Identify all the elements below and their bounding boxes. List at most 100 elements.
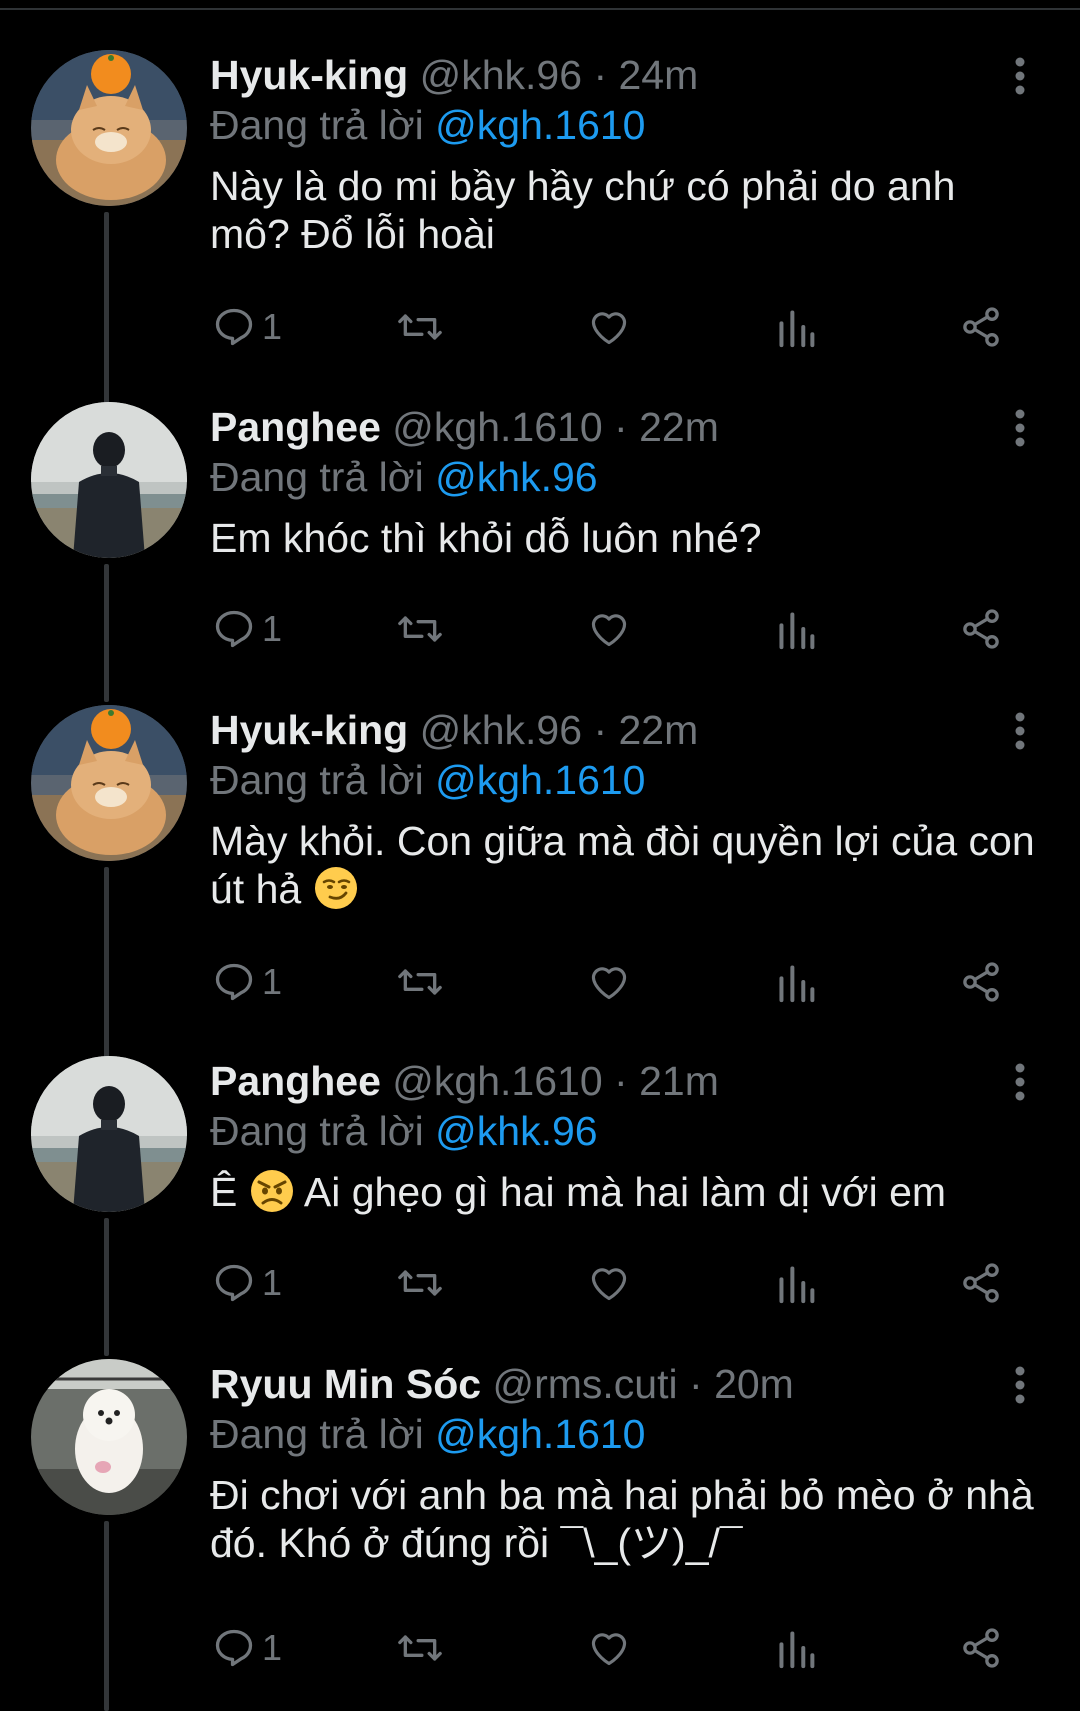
analytics-bars-icon (779, 1266, 815, 1304)
more-vertical-icon (1015, 1063, 1025, 1101)
retweet-button[interactable] (396, 1623, 444, 1673)
thread-connector-line (104, 1521, 109, 1711)
tweet-header: Hyuk-king @khk.96 · 22m (210, 705, 1040, 755)
like-button[interactable] (586, 1258, 632, 1308)
more-options-button[interactable] (1000, 1365, 1040, 1405)
retweet-button[interactable] (396, 957, 444, 1007)
reply-button[interactable]: 1 (212, 1623, 282, 1673)
cat-avatar-image (31, 705, 187, 861)
avatar[interactable] (31, 705, 187, 861)
replying-to-handle[interactable]: @kgh.1610 (435, 1411, 645, 1457)
reply-count: 1 (262, 608, 283, 649)
dog-avatar-image (31, 1359, 187, 1515)
analytics-button[interactable] (776, 1258, 816, 1308)
more-options-button[interactable] (1000, 711, 1040, 751)
thread-connector-line (104, 564, 109, 702)
heart-icon (591, 614, 627, 647)
heart-icon (591, 312, 627, 345)
replying-to-handle[interactable]: @khk.96 (435, 454, 597, 500)
tweet-text: Mày khỏi. Con giữa mà đòi quyền lợi của … (210, 817, 1040, 913)
display-name[interactable]: Panghee (210, 1058, 381, 1104)
share-button[interactable] (958, 1623, 1004, 1673)
avatar[interactable] (31, 1056, 187, 1212)
analytics-button[interactable] (776, 957, 816, 1007)
replying-to-handle[interactable]: @kgh.1610 (435, 102, 645, 148)
like-button[interactable] (586, 1623, 632, 1673)
tweet-text: Đi chơi với anh ba mà hai phải bỏ mèo ở … (210, 1471, 1040, 1567)
tweet-text-body: Đi chơi với anh ba mà hai phải bỏ mèo ở … (210, 1472, 1046, 1566)
user-handle[interactable]: @kgh.1610 (392, 404, 602, 450)
reply-button[interactable]: 1 (212, 302, 282, 352)
tweet-text: Ê Ai ghẹo gì hai mà hai làm dị với em (210, 1168, 1040, 1216)
analytics-button[interactable] (776, 604, 816, 654)
like-button[interactable] (586, 302, 632, 352)
replying-to-label: Đang trả lời (210, 1411, 424, 1457)
reply-button[interactable]: 1 (212, 604, 282, 654)
thread-connector-line (104, 1218, 109, 1356)
avatar[interactable] (31, 50, 187, 206)
share-button[interactable] (958, 957, 1004, 1007)
timestamp[interactable]: 22m (639, 404, 719, 450)
tweet-actions: 1 (210, 302, 1010, 352)
tweet-thread: Hyuk-king @khk.96 · 24m Đang trả lời @kg… (0, 0, 1080, 1711)
retweet-icon (398, 314, 442, 340)
replying-to: Đang trả lời @kgh.1610 (210, 1409, 1040, 1459)
reply-icon (215, 308, 253, 346)
share-button[interactable] (958, 302, 1004, 352)
analytics-bars-icon (779, 1631, 815, 1669)
user-handle[interactable]: @kgh.1610 (392, 1058, 602, 1104)
user-handle[interactable]: @rms.cuti (492, 1361, 677, 1407)
share-icon (963, 962, 999, 1002)
analytics-button[interactable] (776, 1623, 816, 1673)
more-options-button[interactable] (1000, 1062, 1040, 1102)
display-name[interactable]: Hyuk-king (210, 52, 408, 98)
replying-to-handle[interactable]: @khk.96 (435, 1108, 597, 1154)
thread-connector-line (104, 867, 109, 1060)
timestamp[interactable]: 22m (619, 707, 699, 753)
retweet-button[interactable] (396, 1258, 444, 1308)
tweet-actions: 1 (210, 1258, 1010, 1308)
more-vertical-icon (1015, 1366, 1025, 1404)
avatar[interactable] (31, 1359, 187, 1515)
person-avatar-image (31, 1056, 187, 1212)
reply-icon (215, 610, 253, 648)
retweet-button[interactable] (396, 604, 444, 654)
display-name[interactable]: Panghee (210, 404, 381, 450)
retweet-button[interactable] (396, 302, 444, 352)
analytics-button[interactable] (776, 302, 816, 352)
user-handle[interactable]: @khk.96 (420, 707, 582, 753)
share-icon (963, 1628, 999, 1668)
share-icon (963, 1263, 999, 1303)
reply-button[interactable]: 1 (212, 957, 282, 1007)
like-button[interactable] (586, 604, 632, 654)
replying-to: Đang trả lời @khk.96 (210, 452, 1040, 502)
share-button[interactable] (958, 1258, 1004, 1308)
tweet-header: Panghee @kgh.1610 · 21m (210, 1056, 1040, 1106)
timestamp[interactable]: 21m (639, 1058, 719, 1104)
replying-to-label: Đang trả lời (210, 102, 424, 148)
timestamp[interactable]: 20m (714, 1361, 794, 1407)
avatar[interactable] (31, 402, 187, 558)
tweet-actions: 1 (210, 604, 1010, 654)
retweet-icon (398, 969, 442, 995)
heart-icon (591, 1633, 627, 1666)
more-options-button[interactable] (1000, 56, 1040, 96)
heart-icon (591, 967, 627, 1000)
retweet-icon (398, 1270, 442, 1296)
timestamp[interactable]: 24m (619, 52, 699, 98)
reply-count: 1 (262, 1627, 283, 1668)
reply-button[interactable]: 1 (212, 1258, 282, 1308)
separator-dot: · (689, 1361, 703, 1407)
more-options-button[interactable] (1000, 408, 1040, 448)
share-button[interactable] (958, 604, 1004, 654)
display-name[interactable]: Ryuu Min Sóc (210, 1361, 481, 1407)
separator-dot: · (593, 707, 608, 753)
replying-to-label: Đang trả lời (210, 454, 424, 500)
tweet-header: Hyuk-king @khk.96 · 24m (210, 50, 1040, 100)
user-handle[interactable]: @khk.96 (420, 52, 582, 98)
replying-to-handle[interactable]: @kgh.1610 (435, 757, 645, 803)
display-name[interactable]: Hyuk-king (210, 707, 408, 753)
retweet-icon (398, 1635, 442, 1661)
like-button[interactable] (586, 957, 632, 1007)
smirk-emoji-icon (314, 867, 357, 909)
